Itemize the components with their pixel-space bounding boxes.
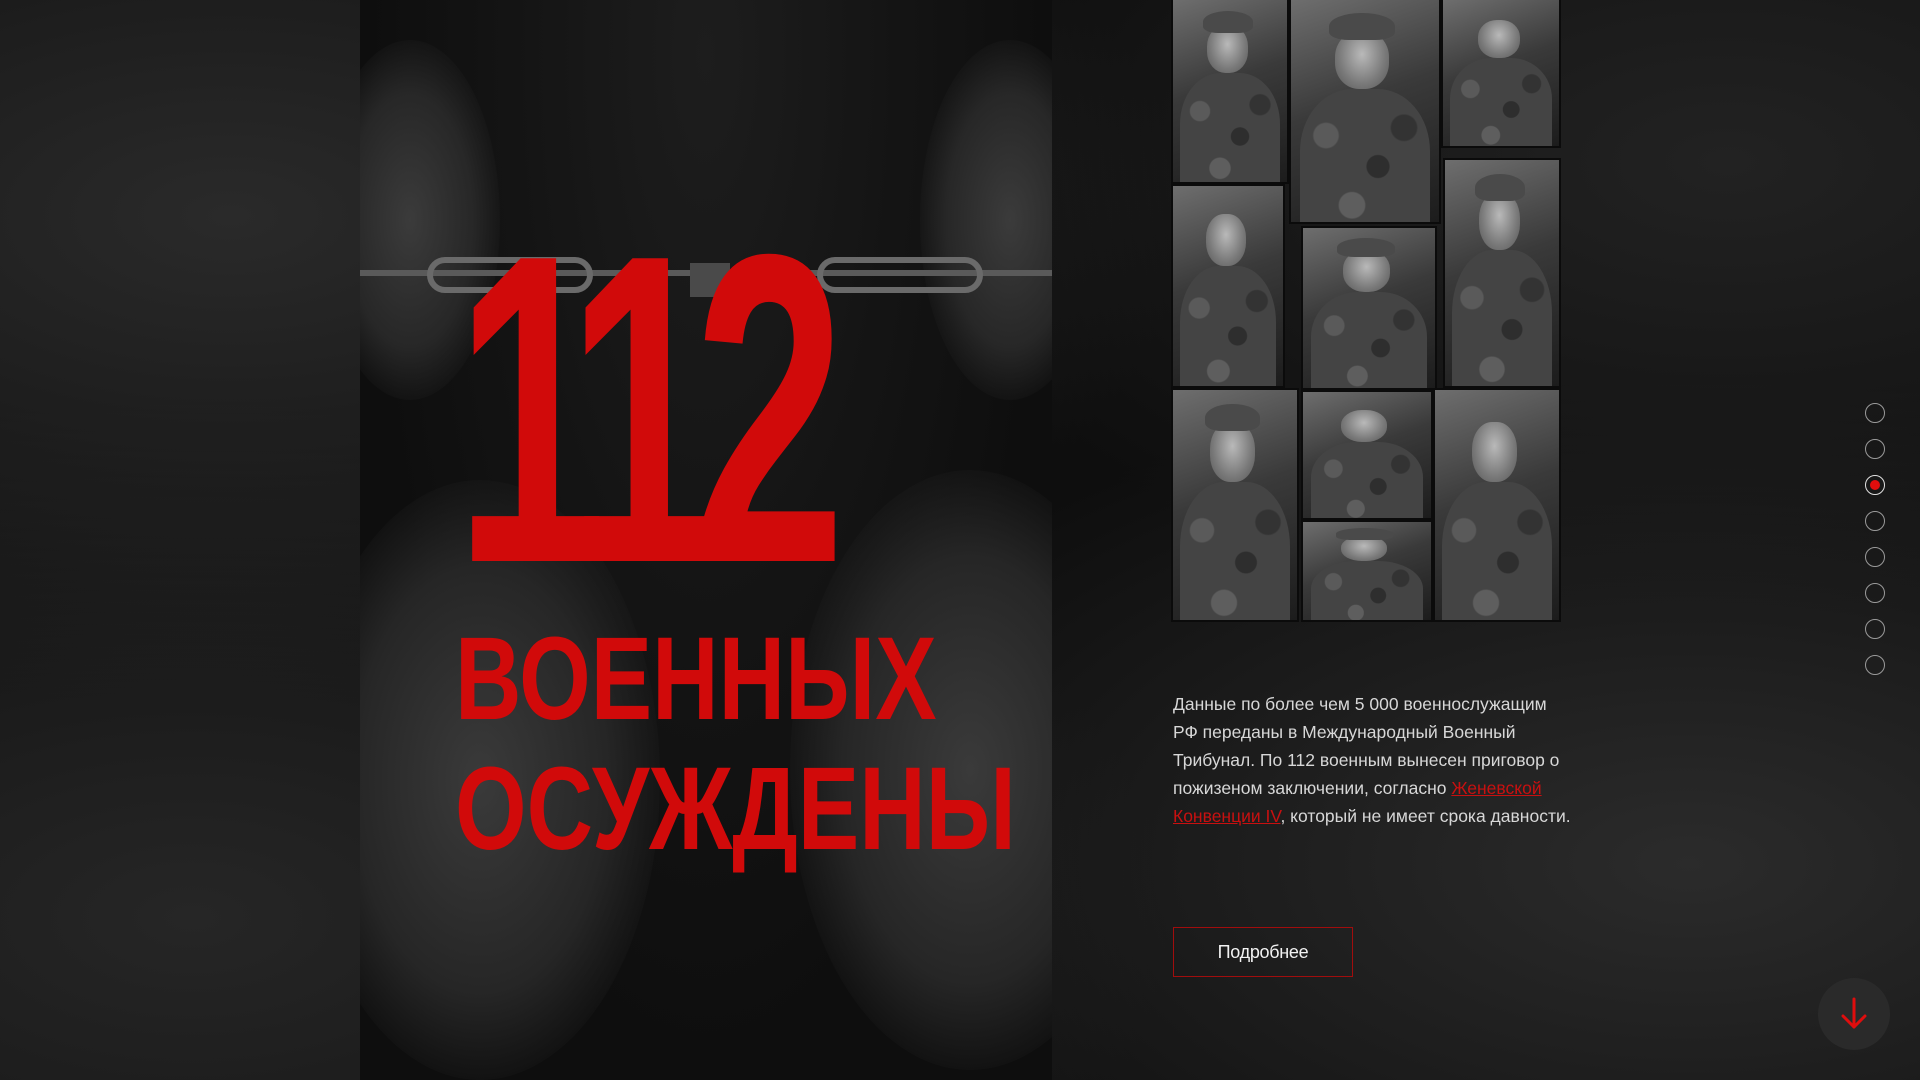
slide-nav-dot[interactable] (1865, 403, 1885, 423)
collage-photo (1301, 520, 1433, 622)
collage-photo (1443, 158, 1561, 388)
more-button[interactable]: Подробнее (1173, 927, 1353, 977)
hero-number: 112 (455, 164, 846, 655)
slide-nav-dot[interactable] (1865, 511, 1885, 531)
slide-navigation (1865, 403, 1889, 691)
slide-nav-dot[interactable] (1865, 439, 1885, 459)
photo-collage (1171, 0, 1561, 622)
hero-headline-line-1: ВОЕННЫХ (455, 613, 937, 745)
slide-nav-dot-active[interactable] (1865, 475, 1885, 495)
collage-photo (1301, 390, 1433, 520)
active-dot-indicator (1870, 480, 1880, 490)
collage-photo (1171, 184, 1285, 388)
description-text: Данные по более чем 5 000 военнослужащим… (1173, 690, 1573, 830)
collage-photo (1441, 0, 1561, 148)
slide-nav-dot[interactable] (1865, 547, 1885, 567)
description-text-after-link: , который не имеет срока давности. (1280, 806, 1571, 826)
hero-headline-line-2: ОСУЖДЕНЫ (455, 743, 1016, 875)
hand-shape (920, 40, 1052, 400)
collage-photo (1433, 388, 1561, 622)
slide-nav-dot[interactable] (1865, 619, 1885, 639)
scroll-down-button[interactable] (1818, 978, 1890, 1050)
collage-photo (1289, 0, 1441, 224)
page: 112 ВОЕННЫХ ОСУЖДЕНЫ Данные по более чем… (0, 0, 1920, 1080)
collage-photo (1171, 388, 1299, 622)
slide-nav-dot[interactable] (1865, 655, 1885, 675)
slide-nav-dot[interactable] (1865, 583, 1885, 603)
collage-photo (1301, 226, 1437, 390)
arrow-down-icon (1841, 997, 1867, 1029)
collage-photo (1171, 0, 1289, 184)
